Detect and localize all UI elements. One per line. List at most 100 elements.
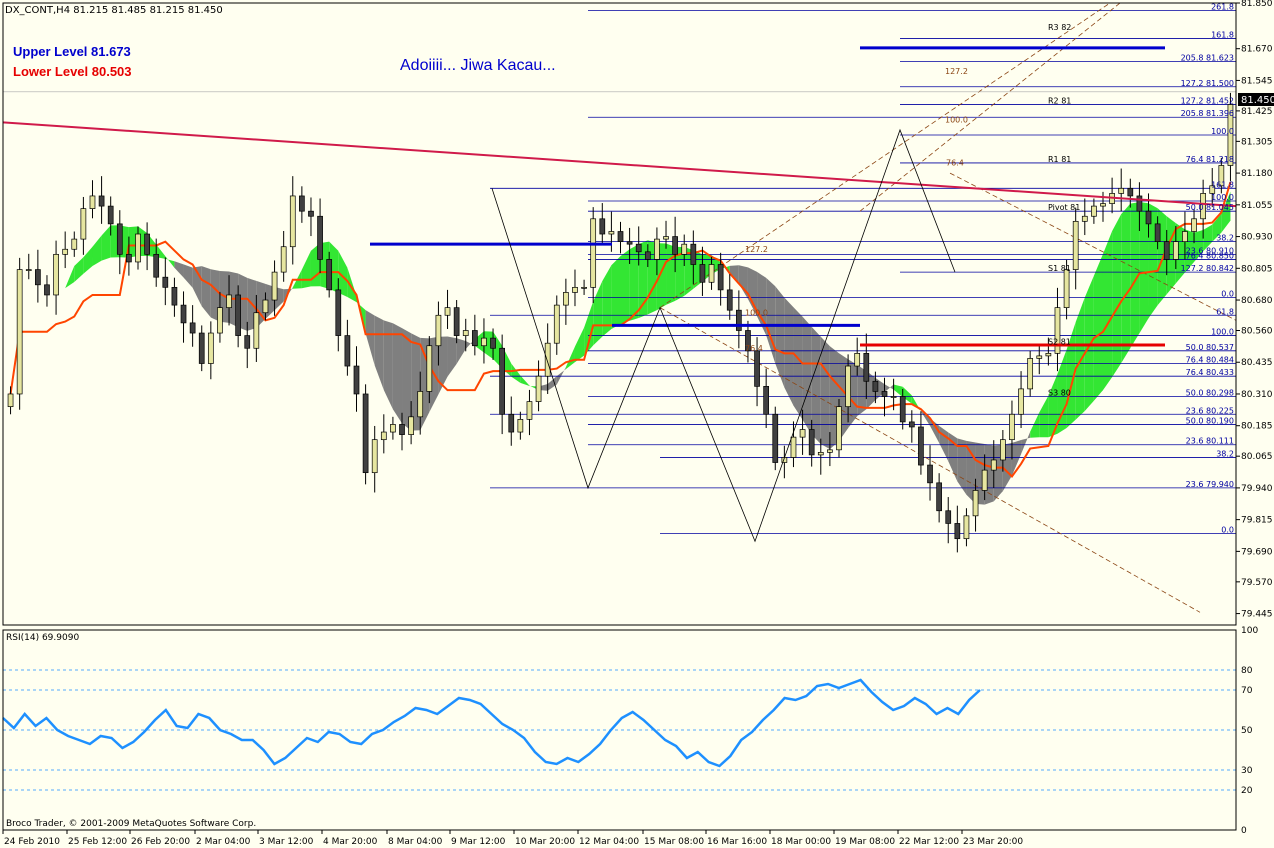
candle-body [726, 289, 733, 311]
candle-body [80, 208, 87, 240]
chart-canvas: 261.8 161.8 205.8 81.623 127.2 81.500 127.2 … [0, 0, 1274, 848]
fib-label: 23.6 79.940 [1186, 480, 1234, 489]
candle-body [517, 419, 524, 433]
y-tick-label: 80.930 [1241, 233, 1273, 243]
candle-body [35, 269, 41, 286]
candle-body [908, 421, 915, 428]
candle-body [135, 233, 141, 263]
lower-level-label: Lower Level 80.503 [13, 64, 132, 79]
candle-body [371, 439, 378, 474]
candle-body [335, 289, 342, 336]
y-tick-label: 81.305 [1241, 137, 1273, 147]
fib-label: 50.0 80.190 [1186, 416, 1234, 425]
y-tick-label: 79.940 [1241, 484, 1273, 494]
candle-body [226, 294, 232, 309]
candle-body [62, 248, 69, 255]
fib-chart-label: 76.4 [946, 158, 964, 167]
fib-label: 23.6 80.111 [1186, 437, 1234, 446]
y-tick-label: 81.425 [1241, 107, 1273, 117]
fib-label: 205.8 81.623 [1181, 53, 1234, 62]
candle-body [1009, 413, 1015, 441]
upper-level-label: Upper Level 81.673 [13, 44, 131, 59]
candle-body [380, 431, 387, 441]
pivot-label: Pivot 81 [1048, 203, 1080, 212]
cloud-segment [1093, 253, 1103, 401]
rsi-title: RSI(14) 69.9090 [6, 633, 79, 643]
rsi-tick-label: 70 [1241, 686, 1253, 696]
fib-label: 127.2 80.842 [1181, 264, 1234, 273]
fib-chart-label: 100.0 [945, 115, 968, 124]
candle-body [635, 243, 642, 253]
fib-label: 161.8 [1211, 180, 1234, 189]
pivot-label: R2 81 [1048, 97, 1071, 106]
y-tick-label: 80.065 [1241, 452, 1273, 462]
candle-body [490, 337, 496, 349]
candle-body [699, 264, 706, 283]
candle-body [1000, 439, 1006, 461]
x-tick-label: 4 Mar 20:00 [323, 837, 378, 847]
current-price-label: 81.450 [1241, 95, 1274, 106]
y-tick-label: 80.435 [1241, 358, 1273, 368]
fib-label: 23.6 80.225 [1186, 406, 1234, 415]
candle-body [772, 413, 779, 463]
candle-body [44, 284, 50, 296]
candle-body [280, 246, 287, 273]
y-tick-label: 80.560 [1241, 327, 1273, 337]
cloud-segment [784, 297, 794, 406]
x-tick-label: 3 Mar 12:00 [259, 837, 314, 847]
candle-body [553, 304, 560, 344]
pivot-label: R3 82 [1048, 23, 1071, 32]
fib-label: 50.0 80.298 [1186, 389, 1234, 398]
fib-chart-label: 76.4 [745, 344, 763, 353]
candle-body [25, 269, 32, 271]
fib-label: 76.4 80.850 [1186, 251, 1234, 260]
y-tick-label: 79.570 [1241, 578, 1273, 588]
candle-body [98, 195, 105, 207]
candle-body [189, 322, 196, 334]
candle-body [508, 413, 515, 433]
candle-body [107, 205, 114, 225]
y-tick-label: 81.850 [1241, 0, 1273, 9]
cloud-segment [1112, 214, 1122, 378]
fib-label: 61.8 [1216, 307, 1234, 316]
x-tick-label: 18 Mar 00:00 [771, 837, 831, 847]
candle-body [308, 210, 314, 217]
candle-body [654, 238, 660, 260]
fib-label: 50.0 81.045 [1186, 203, 1234, 212]
candle-body [1081, 215, 1088, 222]
annotation-text: Adoiiii... Jiwa Kacau... [400, 57, 556, 74]
candle-body [790, 436, 797, 458]
fib-label: 76.4 81.218 [1186, 155, 1234, 164]
chart-header: DX_CONT,H4 81.215 81.485 81.215 81.450 [5, 5, 223, 16]
candle-body [353, 365, 360, 395]
candle-body [735, 309, 742, 331]
x-tick-label: 15 Mar 08:00 [644, 837, 704, 847]
x-tick-label: 10 Mar 20:00 [515, 837, 575, 847]
candle-body [808, 429, 815, 456]
y-tick-label: 80.805 [1241, 264, 1273, 274]
candle-body [244, 335, 251, 349]
candle-body [435, 314, 442, 347]
candle-body [535, 375, 542, 402]
candle-body [544, 342, 551, 377]
candle-body [1100, 203, 1106, 207]
fib-chart-label: 127.2 [745, 245, 768, 254]
y-tick-label: 80.185 [1241, 422, 1273, 432]
copyright-text: Broco Trader, © 2001-2009 MetaQuotes Sof… [6, 819, 256, 829]
y-tick-label: 79.445 [1241, 610, 1273, 620]
rsi-tick-label: 20 [1241, 786, 1253, 796]
candle-body [563, 292, 569, 306]
candle-body [1027, 358, 1034, 390]
candle-body [399, 424, 405, 435]
fib-label: 100.0 [1211, 193, 1234, 202]
y-tick-label: 80.680 [1241, 296, 1273, 306]
cloud-segment [802, 316, 812, 435]
cloud-segment [820, 336, 830, 450]
candle-body [1118, 187, 1125, 194]
candle-body [16, 269, 23, 395]
candle-body [153, 253, 160, 278]
candle-body [390, 424, 396, 433]
candle-body [608, 231, 615, 235]
y-tick-label: 79.690 [1241, 547, 1273, 557]
candle-body [817, 452, 824, 456]
